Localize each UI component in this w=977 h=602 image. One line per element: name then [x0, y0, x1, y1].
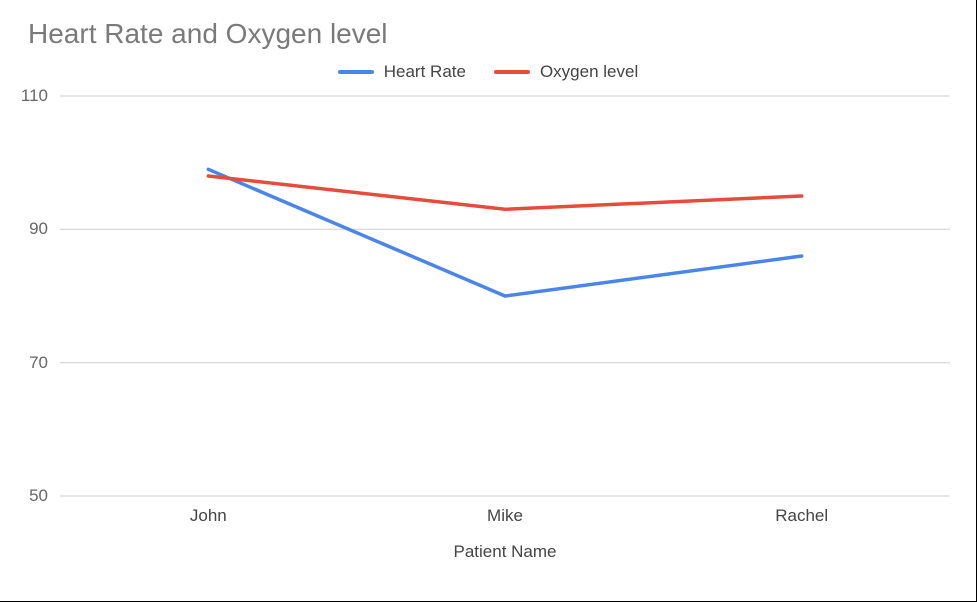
x-tick-0: John: [190, 506, 227, 526]
legend-label-heart-rate: Heart Rate: [384, 62, 466, 82]
x-axis-title: Patient Name: [60, 542, 950, 562]
chart-container: Heart Rate and Oxygen level Heart Rate O…: [0, 0, 977, 602]
y-tick-1: 70: [29, 353, 48, 373]
legend-label-oxygen-level: Oxygen level: [540, 62, 638, 82]
y-tick-0: 50: [29, 486, 48, 506]
chart-series: [208, 169, 801, 296]
chart-title: Heart Rate and Oxygen level: [28, 18, 388, 50]
legend-item-heart-rate: Heart Rate: [338, 62, 466, 82]
x-tick-1: Mike: [487, 506, 523, 526]
plot-area: 50 70 90 110 John Mike Rachel Patient Na…: [60, 96, 950, 496]
legend-swatch-oxygen-level: [494, 70, 530, 74]
plot-svg: [60, 96, 950, 496]
legend: Heart Rate Oxygen level: [0, 62, 976, 82]
x-tick-2: Rachel: [775, 506, 828, 526]
series-heart-rate: [208, 169, 801, 296]
y-tick-2: 90: [29, 219, 48, 239]
legend-swatch-heart-rate: [338, 70, 374, 74]
series-oxygen-level: [208, 176, 801, 209]
y-tick-3: 110: [21, 86, 48, 106]
legend-item-oxygen-level: Oxygen level: [494, 62, 638, 82]
